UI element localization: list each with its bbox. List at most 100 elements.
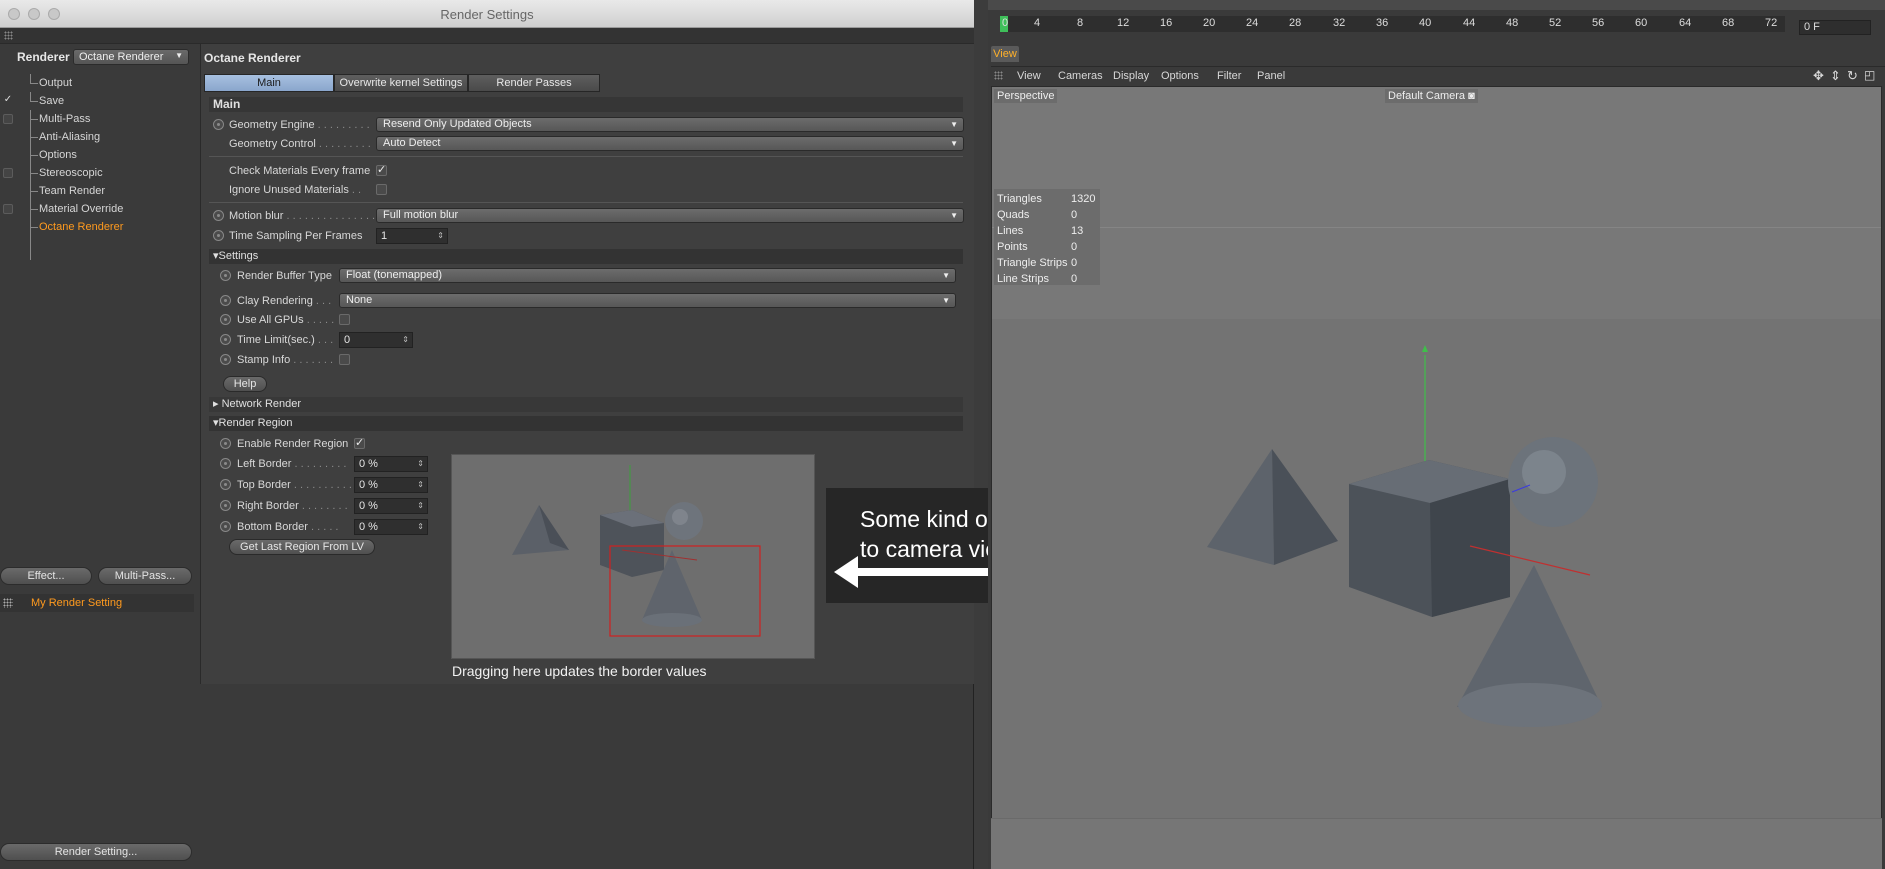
enable-region-checkbox[interactable]: ✓ xyxy=(354,438,365,449)
render-region-preview[interactable] xyxy=(451,454,815,659)
nav-item-octane-renderer[interactable]: Octane Renderer xyxy=(0,218,196,236)
cone-base xyxy=(642,613,702,627)
multipass-button[interactable]: Multi-Pass... xyxy=(98,567,192,585)
stamp-info-checkbox[interactable] xyxy=(339,354,350,365)
nav-item-team-render[interactable]: Team Render xyxy=(0,182,196,200)
left-border-input[interactable]: 0 % ⇕ xyxy=(354,456,428,472)
maximize-view-icon[interactable]: ◰ xyxy=(1864,68,1875,82)
multipass-checkbox[interactable] xyxy=(3,114,13,124)
tab-main[interactable]: Main xyxy=(204,74,334,92)
render-buffer-dropdown[interactable]: Float (tonemapped) ▼ xyxy=(339,268,956,283)
tick-label: 40 xyxy=(1419,17,1432,29)
geometry-engine-anim-radio[interactable] xyxy=(213,119,224,130)
nav-item-multipass[interactable]: Multi-Pass xyxy=(0,110,196,128)
geometry-engine-dropdown[interactable]: Resend Only Updated Objects ▼ xyxy=(376,117,964,132)
bottom-border-input[interactable]: 0 % ⇕ xyxy=(354,519,428,535)
cube-side[interactable] xyxy=(1430,479,1510,617)
geometry-control-dropdown[interactable]: Auto Detect ▼ xyxy=(376,136,964,151)
pyramid-shape[interactable] xyxy=(1207,449,1274,565)
zoom-view-icon[interactable]: ⇕ xyxy=(1830,68,1841,84)
render-setting-button[interactable]: Render Setting... xyxy=(0,843,192,861)
time-sampling-input[interactable]: 1 ⇕ xyxy=(376,228,448,244)
check-materials-checkbox[interactable]: ✓ xyxy=(376,165,387,176)
time-limit-label-text: Time Limit(sec.) xyxy=(237,334,315,346)
render-buffer-anim-radio[interactable] xyxy=(220,270,231,281)
tab-overwrite-kernel[interactable]: Overwrite kernel Settings xyxy=(334,74,468,92)
left-border-label-text: Left Border xyxy=(237,458,292,470)
render-setting-item[interactable]: My Render Setting xyxy=(0,594,194,612)
network-render-section-header[interactable]: ▸ Network Render xyxy=(209,397,963,412)
nav-item-material-override[interactable]: Material Override xyxy=(0,200,196,218)
menu-options[interactable]: Options xyxy=(1161,70,1199,82)
stepper-icon[interactable]: ⇕ xyxy=(437,229,444,243)
window-titlebar[interactable]: Render Settings xyxy=(0,0,974,28)
nav-item-options[interactable]: Options xyxy=(0,146,196,164)
grip-icon[interactable] xyxy=(994,71,1003,80)
clay-rendering-anim-radio[interactable] xyxy=(220,295,231,306)
ignore-unused-row: Ignore Unused Materials . . xyxy=(201,181,601,199)
get-last-region-button[interactable]: Get Last Region From LV xyxy=(229,539,375,555)
right-border-input[interactable]: 0 % ⇕ xyxy=(354,498,428,514)
motion-blur-anim-radio[interactable] xyxy=(213,210,224,221)
cone-base[interactable] xyxy=(1458,683,1602,727)
tab-view[interactable]: View xyxy=(991,46,1019,62)
time-limit-anim-radio[interactable] xyxy=(220,334,231,345)
menu-view[interactable]: View xyxy=(1017,70,1041,82)
save-checkmark-icon[interactable]: ✓ xyxy=(3,95,13,106)
time-sampling-label: Time Sampling Per Frames xyxy=(229,230,363,242)
nav-item-label: Team Render xyxy=(39,185,106,197)
stamp-info-anim-radio[interactable] xyxy=(220,354,231,365)
timeline-ruler[interactable]: 0 4 8 12 16 20 24 28 32 36 40 44 48 52 5… xyxy=(1000,16,1785,32)
motion-blur-dropdown[interactable]: Full motion blur ▼ xyxy=(376,208,964,223)
rotate-view-icon[interactable]: ↻ xyxy=(1847,68,1858,84)
nav-item-output[interactable]: Output xyxy=(0,74,196,92)
3d-viewport[interactable]: Perspective Default Camera ◙ Triangles 1… xyxy=(991,86,1882,869)
nav-item-save[interactable]: ✓ Save xyxy=(0,92,196,110)
render-region-section-header[interactable]: ▾Render Region xyxy=(209,416,963,431)
time-limit-input[interactable]: 0 ⇕ xyxy=(339,332,413,348)
nav-item-antialiasing[interactable]: Anti-Aliasing xyxy=(0,128,196,146)
material-override-checkbox[interactable] xyxy=(3,204,13,214)
check-materials-label: Check Materials Every frame xyxy=(229,165,371,177)
stereoscopic-checkbox[interactable] xyxy=(3,168,13,178)
tree-branch xyxy=(30,164,38,174)
stepper-icon[interactable]: ⇕ xyxy=(417,499,424,513)
tab-render-passes[interactable]: Render Passes xyxy=(468,74,600,92)
right-border-anim-radio[interactable] xyxy=(220,500,231,511)
stepper-icon[interactable]: ⇕ xyxy=(417,478,424,492)
tick-label: 24 xyxy=(1246,17,1259,29)
top-border-anim-radio[interactable] xyxy=(220,479,231,490)
tree-branch xyxy=(30,200,38,210)
enable-region-anim-radio[interactable] xyxy=(220,438,231,449)
move-view-icon[interactable]: ✥ xyxy=(1813,68,1824,84)
menu-cameras[interactable]: Cameras xyxy=(1058,70,1103,82)
menu-display[interactable]: Display xyxy=(1113,70,1149,82)
bottom-border-anim-radio[interactable] xyxy=(220,521,231,532)
all-gpus-checkbox[interactable] xyxy=(339,314,350,325)
dropdown-arrow-icon: ▼ xyxy=(942,296,950,305)
left-border-anim-radio[interactable] xyxy=(220,458,231,469)
help-button[interactable]: Help xyxy=(223,376,267,392)
stepper-icon[interactable]: ⇕ xyxy=(417,457,424,471)
ignore-unused-checkbox[interactable] xyxy=(376,184,387,195)
all-gpus-anim-radio[interactable] xyxy=(220,314,231,325)
nav-item-stereoscopic[interactable]: Stereoscopic xyxy=(0,164,196,182)
geometry-control-value: Auto Detect xyxy=(383,137,441,149)
current-frame-field[interactable]: 0 F xyxy=(1799,20,1871,35)
bottom-border-row: Bottom Border . . . . . 0 % ⇕ xyxy=(201,518,431,536)
tick-label: 32 xyxy=(1333,17,1346,29)
view-tab-strip: View xyxy=(988,44,1885,64)
clay-rendering-dropdown[interactable]: None ▼ xyxy=(339,293,956,308)
top-border-input[interactable]: 0 % ⇕ xyxy=(354,477,428,493)
pyramid-side[interactable] xyxy=(1272,449,1338,565)
stepper-icon[interactable]: ⇕ xyxy=(402,333,409,347)
menu-panel[interactable]: Panel xyxy=(1257,70,1285,82)
time-sampling-anim-radio[interactable] xyxy=(213,230,224,241)
stepper-icon[interactable]: ⇕ xyxy=(417,520,424,534)
menu-filter[interactable]: Filter xyxy=(1217,70,1241,82)
effect-button[interactable]: Effect... xyxy=(0,567,92,585)
settings-section-header[interactable]: ▾Settings xyxy=(209,249,963,264)
grip-icon[interactable] xyxy=(4,31,13,40)
geometry-engine-label-text: Geometry Engine xyxy=(229,119,315,131)
renderer-select[interactable]: Octane Renderer ▼ xyxy=(73,49,189,65)
